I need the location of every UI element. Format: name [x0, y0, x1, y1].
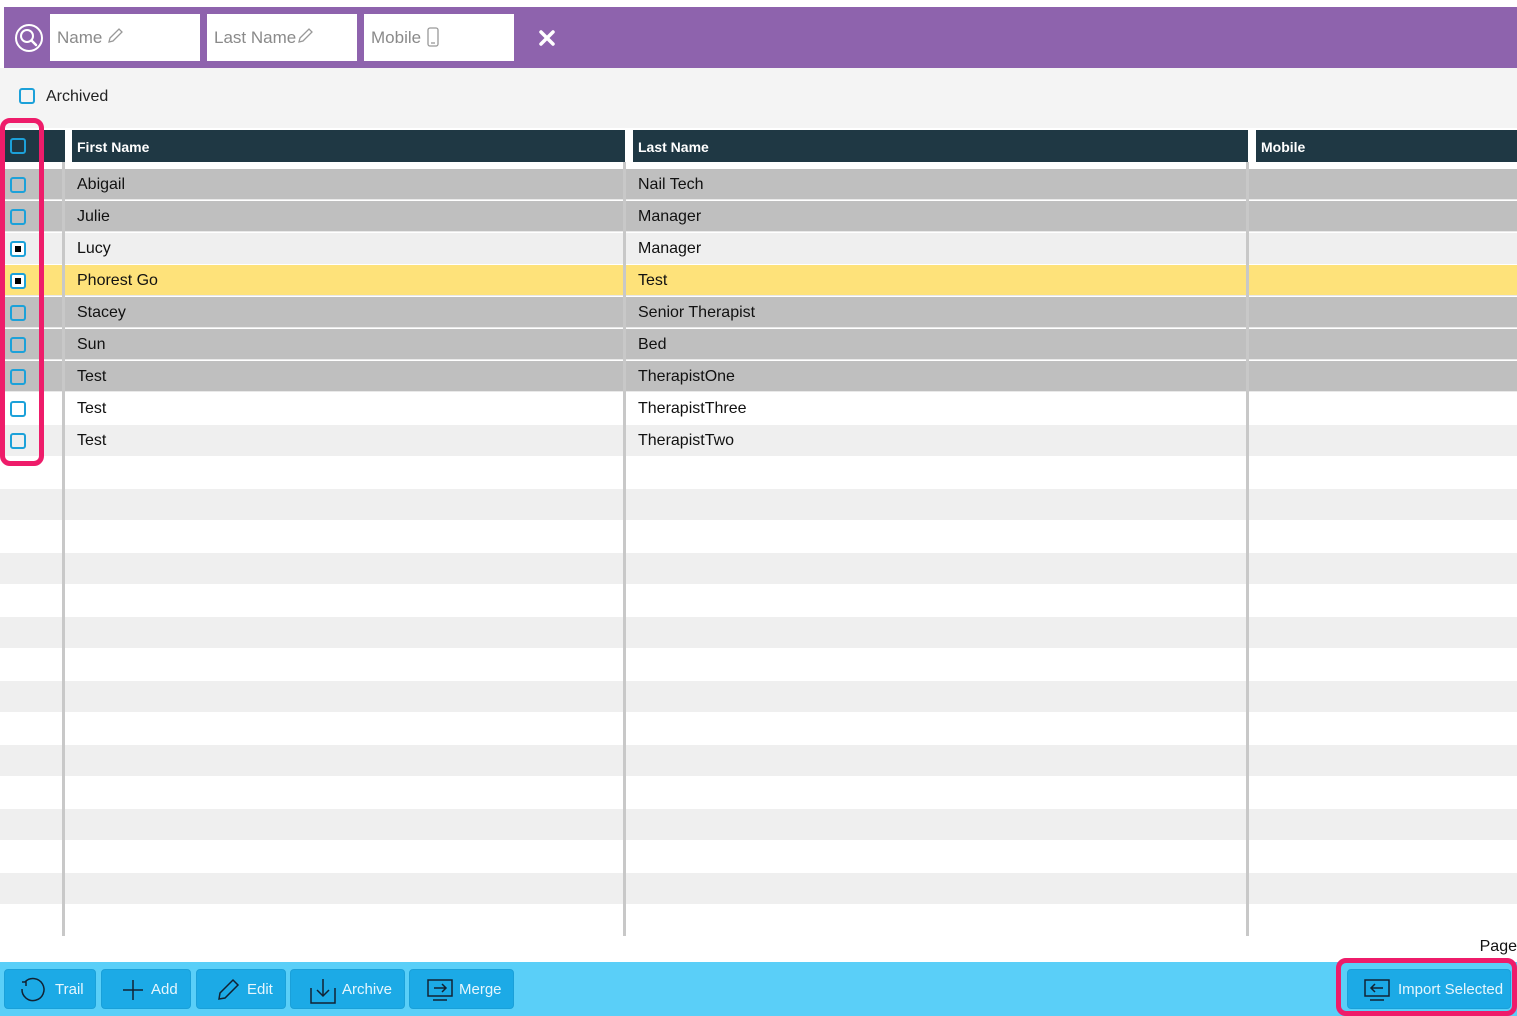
empty-row: [0, 745, 1517, 776]
table-row[interactable]: Julie Manager: [0, 201, 1517, 232]
filter-bar: Archived: [0, 68, 1517, 128]
archive-icon: [310, 979, 336, 1004]
undo-icon: [21, 977, 45, 1002]
name-placeholder: Name: [57, 28, 103, 47]
first-name-cell: Phorest Go: [77, 272, 158, 289]
empty-row: [0, 521, 1517, 552]
empty-row: [0, 553, 1517, 584]
column-header-last-name[interactable]: Last Name: [633, 130, 1248, 162]
first-name-cell: Test: [77, 368, 107, 385]
empty-row: [0, 617, 1517, 648]
last-name-cell: Senior Therapist: [638, 304, 756, 321]
mobile-placeholder: Mobile: [371, 28, 422, 47]
empty-row: [0, 905, 1517, 936]
empty-row: [0, 585, 1517, 616]
empty-row: [0, 649, 1517, 680]
last-name-cell: Bed: [638, 336, 667, 353]
empty-row: [0, 681, 1517, 712]
table-row[interactable]: Test TherapistTwo: [0, 425, 1517, 456]
highlight-checkbox-column: [0, 118, 44, 466]
first-name-cell: Stacey: [77, 304, 126, 321]
highlight-import-selected: [1336, 958, 1517, 1016]
staff-table: First Name Last Name Mobile Abigail Nail …: [0, 128, 1517, 936]
last-name-placeholder: Last Name: [214, 28, 297, 47]
phone-icon: [426, 27, 446, 47]
first-name-cell: Test: [77, 400, 107, 417]
trail-button[interactable]: Trail: [4, 969, 96, 1009]
table-row[interactable]: Stacey Senior Therapist: [0, 297, 1517, 328]
name-search-field[interactable]: Name: [50, 14, 200, 61]
pencil-icon: [106, 27, 126, 47]
column-divider: [62, 162, 65, 936]
first-name-cell: Sun: [77, 336, 106, 353]
pencil-icon: [218, 978, 240, 1000]
merge-label: Merge: [459, 981, 502, 998]
close-icon[interactable]: [534, 25, 560, 51]
column-divider: [623, 162, 626, 936]
table-row[interactable]: Lucy Manager: [0, 233, 1517, 264]
merge-icon: [427, 979, 453, 1001]
edit-label: Edit: [247, 981, 273, 998]
archived-label: Archived: [46, 88, 109, 105]
trail-label: Trail: [55, 981, 84, 998]
add-label: Add: [151, 981, 178, 998]
bottom-toolbar: Trail Add Edit Archive Merge Import Sele…: [0, 962, 1517, 1016]
table-row[interactable]: Sun Bed: [0, 329, 1517, 360]
pager-label: Page: [1479, 938, 1517, 955]
last-name-search-field[interactable]: Last Name: [207, 14, 357, 61]
search-icon[interactable]: [14, 23, 44, 53]
last-name-cell: TherapistTwo: [638, 432, 735, 449]
table-row[interactable]: Test TherapistThree: [0, 393, 1517, 424]
last-name-cell: TherapistOne: [638, 368, 735, 385]
last-name-cell: Manager: [638, 240, 702, 257]
empty-row: [0, 873, 1517, 904]
column-divider: [1246, 162, 1249, 936]
table-row[interactable]: Abigail Nail Tech: [0, 169, 1517, 200]
last-name-cell: Manager: [638, 208, 702, 225]
table-row[interactable]: Phorest Go Test: [0, 265, 1517, 296]
empty-row: [0, 713, 1517, 744]
archive-label: Archive: [342, 981, 393, 998]
archived-checkbox[interactable]: [19, 88, 35, 104]
empty-row: [0, 809, 1517, 840]
plus-icon: [123, 980, 143, 1000]
add-button[interactable]: Add: [101, 969, 191, 1009]
table-row[interactable]: Test TherapistOne: [0, 361, 1517, 392]
empty-row: [0, 457, 1517, 488]
mobile-search-field[interactable]: Mobile: [364, 14, 514, 61]
pencil-icon: [296, 27, 316, 47]
first-name-cell: Julie: [77, 208, 110, 225]
search-bar: Name Last Name Mobile: [4, 7, 1517, 68]
empty-row: [0, 489, 1517, 520]
first-name-cell: Lucy: [77, 240, 111, 257]
last-name-cell: TherapistThree: [638, 400, 747, 417]
edit-button[interactable]: Edit: [196, 969, 286, 1009]
merge-button[interactable]: Merge: [409, 969, 514, 1009]
first-name-cell: Test: [77, 432, 107, 449]
column-header-mobile[interactable]: Mobile: [1256, 130, 1517, 162]
empty-row: [0, 841, 1517, 872]
column-header-first-name[interactable]: First Name: [72, 130, 625, 162]
archive-button[interactable]: Archive: [290, 969, 405, 1009]
last-name-cell: Nail Tech: [638, 176, 704, 193]
empty-row: [0, 777, 1517, 808]
last-name-cell: Test: [638, 272, 668, 289]
first-name-cell: Abigail: [77, 176, 126, 193]
